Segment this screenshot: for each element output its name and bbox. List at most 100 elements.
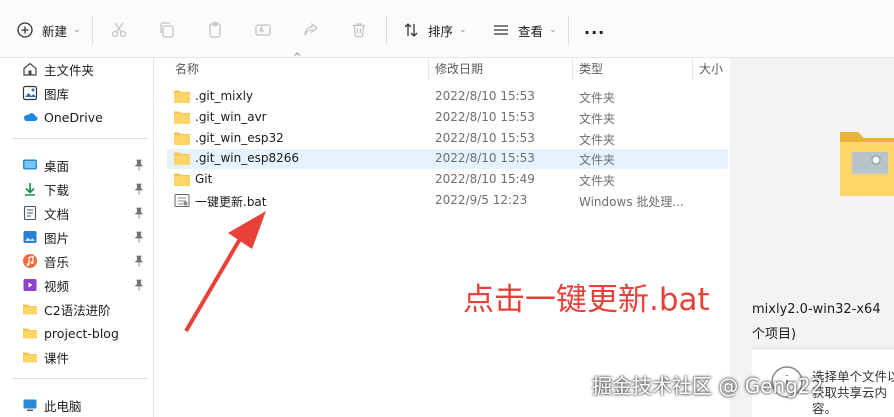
details-pane: mixly2.0-win32-x64 个项目) 选择单个文件以获取共享云内容。: [730, 58, 894, 417]
view-button[interactable]: 查看 ⌄: [490, 18, 557, 42]
chevron-down-icon: ⌄: [549, 25, 557, 35]
nav-divider: [12, 378, 148, 379]
sort-arrows-icon: [400, 19, 422, 41]
file-type: 文件夹: [579, 91, 616, 105]
nav-divider: [12, 138, 148, 139]
nav-item-project-blog[interactable]: project-blog: [22, 322, 150, 344]
folder-icon: [23, 304, 37, 315]
folder-icon: [174, 152, 190, 165]
onedrive-icon: [24, 113, 38, 121]
navigation-pane: 主文件夹 图库 OneDrive 桌面 下载 文档 图片 音乐 视频 C2语法进…: [0, 58, 154, 417]
nav-item-documents[interactable]: 文档: [22, 202, 150, 224]
sort-label: 排序: [428, 23, 454, 39]
share-button[interactable]: [300, 18, 322, 42]
pin-icon[interactable]: [134, 159, 144, 171]
preview-title: mixly2.0-win32-x64: [752, 302, 881, 317]
plus-circle-icon: [14, 19, 36, 41]
pictures-icon: [23, 231, 37, 243]
file-type: 文件夹: [579, 153, 616, 167]
file-type: 文件夹: [579, 112, 616, 126]
new-label: 新建: [42, 23, 68, 39]
nav-item-music[interactable]: 音乐: [22, 250, 150, 272]
file-row[interactable]: .git_mixly 2022/8/10 15:53 文件夹: [167, 87, 728, 107]
file-name: Git: [195, 172, 213, 186]
nav-item-desktop[interactable]: 桌面: [22, 154, 150, 176]
chevron-down-icon: ⌄: [73, 25, 81, 35]
nav-item-c2-folder[interactable]: C2语法进阶: [22, 298, 150, 320]
copy-button[interactable]: [156, 18, 178, 42]
preview-hint: 选择单个文件以获取共享云内容。: [812, 369, 894, 416]
nav-item-pictures[interactable]: 图片: [22, 226, 150, 248]
file-name: .git_win_esp32: [195, 131, 284, 145]
folder-icon: [174, 90, 190, 103]
file-type: Windows 批处理...: [579, 195, 684, 209]
desktop-icon: [23, 159, 37, 170]
column-divider[interactable]: [572, 58, 573, 80]
column-header-modified[interactable]: 修改日期: [435, 58, 483, 78]
videos-icon: [23, 279, 37, 291]
file-modified: 2022/8/10 15:53: [435, 89, 535, 103]
folder-icon: [23, 328, 37, 339]
computer-icon: [23, 399, 37, 411]
view-label: 查看: [518, 23, 544, 39]
nav-item-onedrive[interactable]: OneDrive: [22, 106, 150, 128]
nav-item-courseware[interactable]: 课件: [22, 346, 150, 368]
nav-item-label: 图库: [44, 86, 70, 102]
file-name: .git_win_esp8266: [195, 151, 300, 165]
scissors-icon: [108, 19, 130, 41]
paste-button[interactable]: [204, 18, 226, 42]
nav-item-downloads[interactable]: 下载: [22, 178, 150, 200]
more-button[interactable]: ...: [584, 16, 605, 40]
file-name: .git_win_avr: [195, 110, 267, 124]
chevron-down-icon: ⌄: [459, 25, 467, 35]
folder-icon: [174, 111, 190, 124]
nav-item-this-pc[interactable]: 此电脑: [22, 394, 150, 416]
nav-item-gallery[interactable]: 图库: [22, 82, 150, 104]
annotation-arrow: [184, 211, 266, 333]
file-type: 文件夹: [579, 133, 616, 147]
annotation-text: 点击一键更新.bat: [463, 282, 710, 318]
pin-icon[interactable]: [134, 279, 144, 291]
file-row[interactable]: .git_win_avr 2022/8/10 15:53 文件夹: [167, 108, 728, 128]
file-modified: 2022/8/10 15:49: [435, 172, 535, 186]
pin-icon[interactable]: [134, 231, 144, 243]
view-lines-icon: [490, 19, 512, 41]
share-icon: [300, 19, 322, 41]
nav-item-label: 课件: [44, 350, 70, 366]
watermark: 掘金技术社区 @ Geng22: [592, 374, 824, 398]
nav-item-label: 文档: [44, 206, 70, 222]
command-bar: 新建 ⌄ 排序 ⌄ 查看 ⌄ ...: [0, 0, 894, 58]
column-header-size[interactable]: 大小: [699, 58, 723, 78]
toolbar-divider: [386, 16, 387, 44]
nav-item-home[interactable]: 主文件夹: [22, 58, 150, 80]
nav-item-label: 主文件夹: [44, 62, 95, 78]
column-header-type[interactable]: 类型: [579, 58, 603, 78]
column-divider[interactable]: [428, 58, 429, 80]
column-divider[interactable]: [692, 58, 693, 80]
new-button[interactable]: 新建 ⌄: [14, 18, 81, 42]
column-header-name[interactable]: 名称: [175, 58, 199, 78]
file-modified: 2022/9/5 12:23: [435, 193, 528, 207]
delete-button[interactable]: [348, 18, 370, 42]
pin-icon[interactable]: [134, 207, 144, 219]
preview-item-count: 个项目): [752, 327, 797, 342]
file-row[interactable]: .git_win_esp32 2022/8/10 15:53 文件夹: [167, 129, 728, 149]
nav-item-label: project-blog: [44, 325, 119, 341]
nav-item-label: 下载: [44, 182, 70, 198]
folder-icon: [174, 173, 190, 186]
folder-icon: [174, 132, 190, 145]
nav-item-label: 桌面: [44, 158, 70, 174]
file-row[interactable]: Git 2022/8/10 15:49 文件夹: [167, 170, 728, 190]
sort-button[interactable]: 排序 ⌄: [400, 18, 467, 42]
nav-item-videos[interactable]: 视频: [22, 274, 150, 296]
nav-item-label: 图片: [44, 230, 70, 246]
rename-button[interactable]: [252, 18, 274, 42]
nav-item-label: 视频: [44, 278, 70, 294]
nav-item-label: OneDrive: [44, 109, 103, 125]
download-icon: [25, 183, 35, 196]
nav-item-label: C2语法进阶: [44, 302, 111, 318]
cut-button[interactable]: [108, 18, 130, 42]
pin-icon[interactable]: [134, 255, 144, 267]
file-row-selected[interactable]: .git_win_esp8266 2022/8/10 15:53 文件夹: [167, 149, 728, 169]
pin-icon[interactable]: [134, 183, 144, 195]
